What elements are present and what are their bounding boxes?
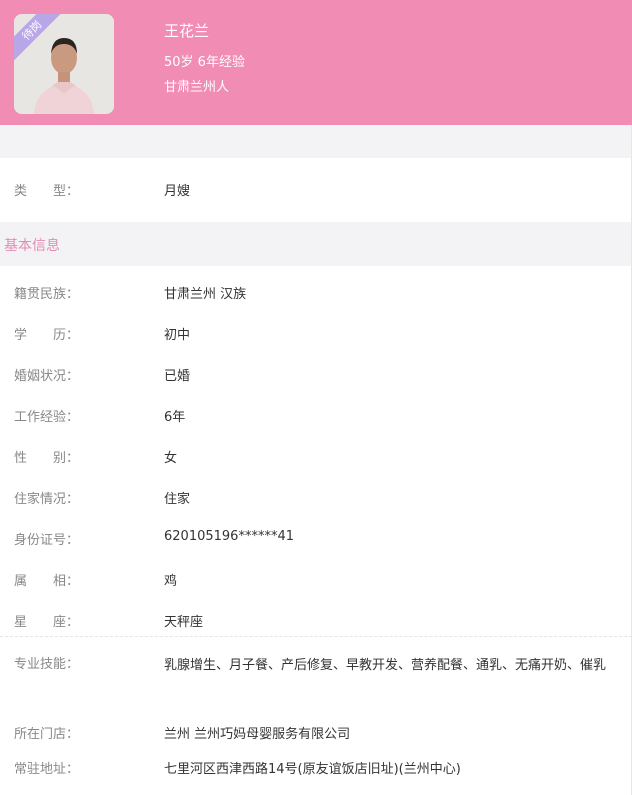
info-value: 鸡 (164, 574, 178, 589)
profile-origin: 甘肃兰州人 (164, 80, 230, 95)
info-label: 属 相： (14, 574, 80, 589)
info-value: 620105196******41 (164, 529, 294, 544)
section-header: 基本信息 (0, 222, 632, 266)
type-label: 类 型： (14, 184, 80, 199)
skills-value: 乳腺增生、月子餐、产后修复、早教开发、营养配餐、通乳、无痛开奶、催乳 (164, 658, 607, 673)
info-label: 籍贯民族： (14, 287, 80, 302)
skills-label: 专业技能： (14, 657, 80, 672)
info-label: 学 历： (14, 328, 80, 343)
address-label: 常驻地址： (14, 762, 80, 777)
type-value: 月嫂 (164, 184, 191, 199)
info-label: 婚姻状况： (14, 369, 80, 384)
address-value: 七里河区西津西路14号(原友谊饭店旧址)(兰州中心) (164, 762, 461, 777)
info-label: 身份证号： (14, 533, 80, 548)
info-value: 女 (164, 451, 178, 466)
type-row: 类 型： 月嫂 (0, 158, 632, 222)
info-value: 甘肃兰州 汉族 (164, 287, 247, 302)
info-label: 工作经验： (14, 410, 80, 425)
profile-age-experience: 50岁 6年经验 (164, 55, 245, 70)
store-value: 兰州 兰州巧妈母婴服务有限公司 (164, 727, 351, 742)
spacer (0, 125, 632, 158)
info-label: 星 座： (14, 615, 80, 630)
info-value: 6年 (164, 410, 186, 425)
section-title: 基本信息 (4, 238, 60, 254)
info-value: 住家 (164, 492, 191, 507)
info-label: 性 别： (14, 451, 80, 466)
store-label: 所在门店： (14, 727, 80, 742)
info-value: 初中 (164, 328, 191, 343)
profile-name: 王花兰 (164, 22, 210, 40)
info-value: 天秤座 (164, 615, 204, 630)
profile-header: 待岗 王花兰 50岁 6年经验 甘肃兰州人 (0, 0, 632, 125)
avatar[interactable]: 待岗 (14, 14, 114, 114)
divider (0, 636, 632, 637)
info-value: 已婚 (164, 369, 191, 384)
info-label: 住家情况： (14, 492, 80, 507)
